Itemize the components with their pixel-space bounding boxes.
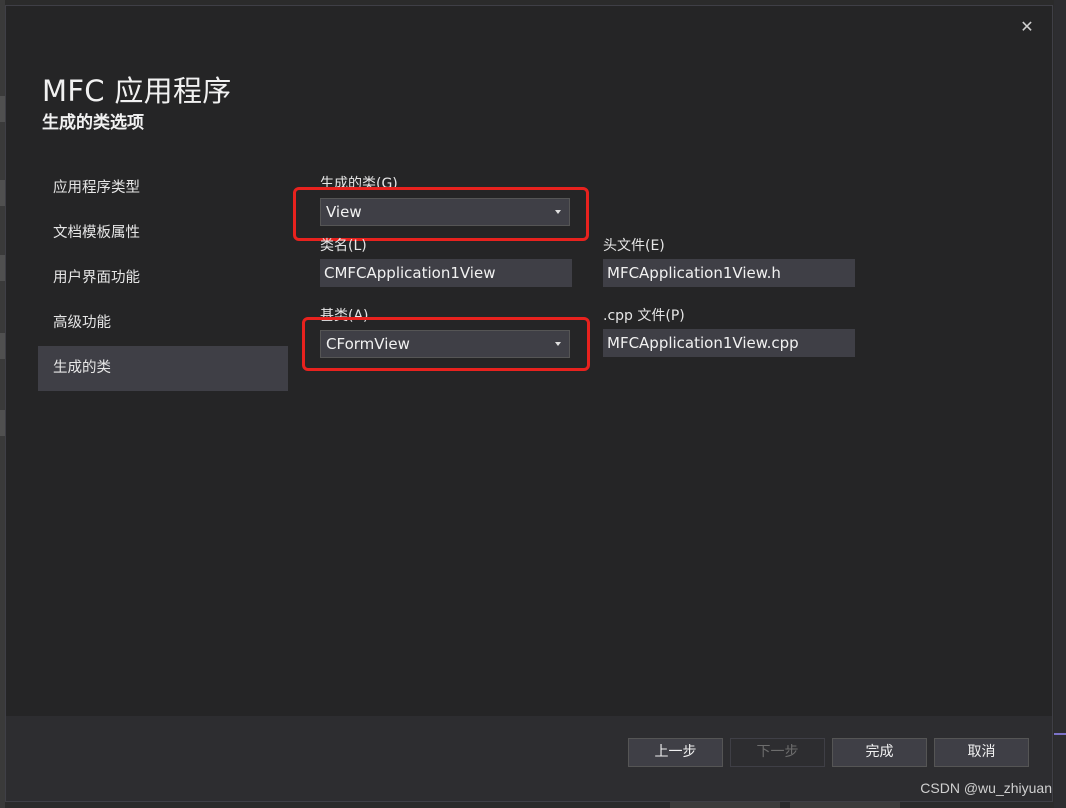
- background-accent-line: [1054, 733, 1066, 735]
- nav-item-application-type[interactable]: 应用程序类型: [38, 166, 288, 211]
- nav-item-ui-features[interactable]: 用户界面功能: [38, 256, 288, 301]
- wizard-nav: 应用程序类型 文档模板属性 用户界面功能 高级功能 生成的类: [38, 166, 288, 391]
- finish-button[interactable]: 完成: [832, 738, 927, 767]
- background-right-strip: [1054, 0, 1066, 808]
- dialog-footer: 上一步 下一步 完成 取消: [6, 716, 1052, 801]
- class-name-input[interactable]: [320, 259, 572, 287]
- nav-item-advanced-features[interactable]: 高级功能: [38, 301, 288, 346]
- base-class-value: CFormView: [326, 335, 410, 353]
- class-name-label: 类名(L): [320, 238, 367, 254]
- cpp-file-input[interactable]: [603, 329, 855, 357]
- csdn-watermark: CSDN @wu_zhiyuan: [920, 780, 1052, 796]
- chevron-down-icon: [555, 342, 561, 346]
- close-icon: ✕: [1020, 17, 1034, 36]
- nav-item-document-template[interactable]: 文档模板属性: [38, 211, 288, 256]
- cpp-file-label: .cpp 文件(P): [603, 308, 685, 324]
- generated-class-label: 生成的类(G): [320, 176, 398, 192]
- generated-class-value: View: [326, 203, 362, 221]
- base-class-dropdown[interactable]: CFormView: [320, 330, 570, 358]
- dialog-title: MFC 应用程序: [42, 74, 232, 108]
- mfc-wizard-dialog: ✕ MFC 应用程序 生成的类选项 应用程序类型 文档模板属性 用户界面功能 高…: [5, 5, 1053, 802]
- previous-button[interactable]: 上一步: [628, 738, 723, 767]
- header-file-label: 头文件(E): [603, 238, 665, 254]
- next-button[interactable]: 下一步: [730, 738, 825, 767]
- base-class-label: 基类(A): [320, 308, 369, 324]
- dialog-subtitle: 生成的类选项: [42, 113, 144, 133]
- header-file-input[interactable]: [603, 259, 855, 287]
- cancel-button[interactable]: 取消: [934, 738, 1029, 767]
- chevron-down-icon: [555, 210, 561, 214]
- generated-class-dropdown[interactable]: View: [320, 198, 570, 226]
- nav-item-generated-classes[interactable]: 生成的类: [38, 346, 288, 391]
- close-button[interactable]: ✕: [1018, 18, 1036, 36]
